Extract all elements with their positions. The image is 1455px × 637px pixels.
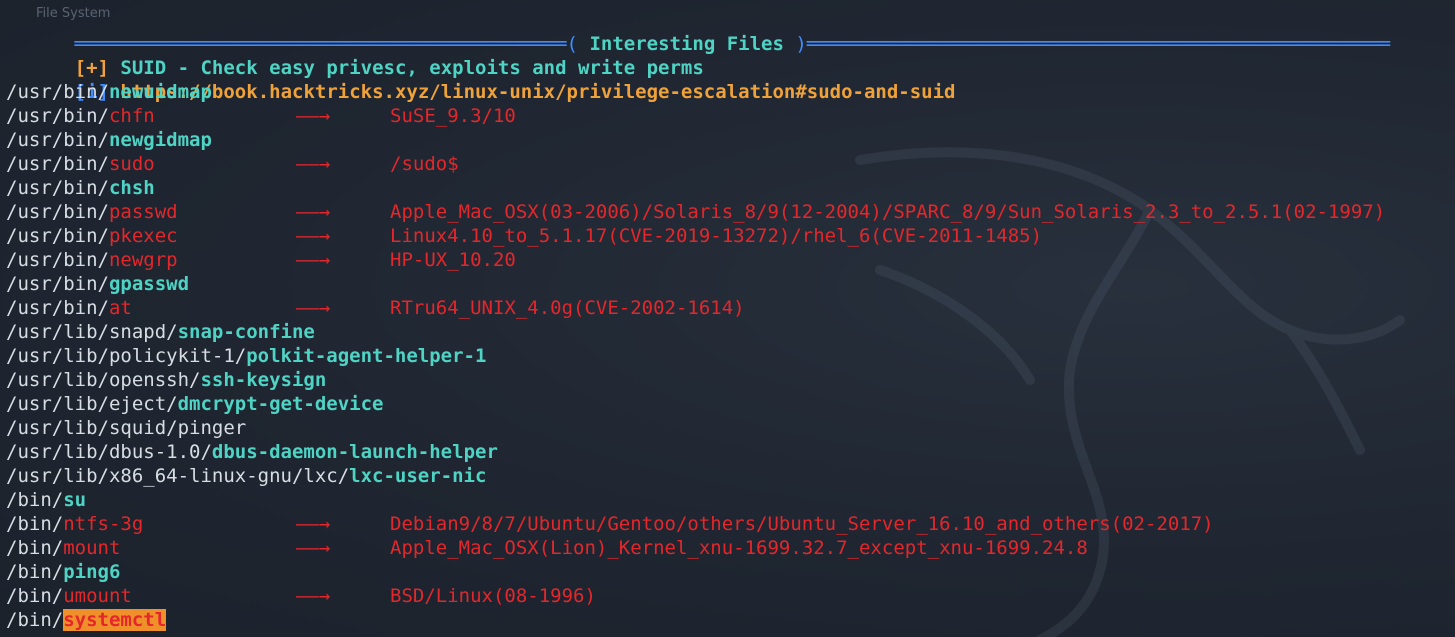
- suid-file-row: /usr/lib/snapd/snap-confine: [6, 320, 1390, 344]
- file-directory: /usr/bin/: [6, 81, 109, 103]
- terminal-window[interactable]: File System ════════════════════════════…: [0, 0, 1455, 637]
- terminal-output: File System ════════════════════════════…: [6, 6, 1391, 632]
- highlighted-binary-name: systemctl: [63, 609, 167, 631]
- suid-file-row: /usr/bin/newgrp ——→ HP-UX_10.20: [6, 248, 1390, 272]
- suid-file-row: /usr/lib/dbus-1.0/dbus-daemon-launch-hel…: [6, 440, 1390, 464]
- binary-name: sudo: [108, 153, 155, 175]
- exploit-reference: Debian9/8/7/Ubuntu/Gentoo/others/Ubuntu_…: [390, 513, 1214, 535]
- suid-file-row: /usr/lib/openssh/ssh-keysign: [6, 368, 1390, 392]
- section-banner: ════════════════════════════════════════…: [6, 8, 1391, 55]
- suid-header-line: [+] SUID - Check easy privesc, exploits …: [6, 32, 1390, 79]
- suid-file-row: /bin/ping6: [6, 560, 1390, 584]
- suid-file-row: /bin/ntfs-3g ——→ Debian9/8/7/Ubuntu/Gentoo…: [6, 512, 1390, 536]
- file-directory: /usr/bin/: [6, 297, 109, 319]
- exploit-reference: Apple_Mac_OSX(03-2006)/Solaris_8/9(12-20…: [390, 201, 1386, 223]
- file-directory: /usr/lib/openssh/: [6, 369, 201, 391]
- binary-name: polkit-agent-helper-1: [246, 345, 487, 367]
- arrow-icon: ——→: [296, 513, 331, 535]
- binary-name: at: [108, 297, 132, 319]
- exploit-reference: Apple_Mac_OSX(Lion)_Kernel_xnu-1699.32.7…: [390, 537, 1088, 559]
- suid-file-row: /usr/bin/passwd ——→ Apple_Mac_OSX(03-2006)…: [6, 200, 1390, 224]
- binary-name: ntfs-3g: [63, 513, 144, 535]
- file-directory: /bin/: [6, 561, 64, 583]
- suid-file-row: /usr/lib/x86_64-linux-gnu/lxc/lxc-user-n…: [6, 464, 1390, 488]
- arrow-icon: ——→: [296, 585, 331, 607]
- binary-name: umount: [63, 585, 132, 607]
- file-directory: /usr/lib/snapd/: [6, 321, 178, 343]
- exploit-reference: /sudo$: [390, 153, 459, 175]
- file-directory: /usr/bin/: [6, 225, 109, 247]
- binary-name: snap-confine: [177, 321, 315, 343]
- binary-name: lxc-user-nic: [349, 465, 487, 487]
- suid-file-row: /bin/umount ——→ BSD/Linux(08-1996): [6, 584, 1390, 608]
- suid-file-row: /usr/bin/chfn ——→ SuSE_9.3/10: [6, 104, 1390, 128]
- suid-file-row: /usr/bin/pkexec ——→ Linux4.10_to_5.1.17(CV…: [6, 224, 1390, 248]
- suid-file-row: /usr/lib/eject/dmcrypt-get-device: [6, 392, 1390, 416]
- file-directory: /usr/lib/policykit-1/: [6, 345, 247, 367]
- binary-name: gpasswd: [108, 273, 190, 295]
- suid-file-row: /usr/bin/sudo ——→ /sudo$: [6, 152, 1390, 176]
- binary-name: dmcrypt-get-device: [177, 393, 384, 415]
- file-directory: /usr/bin/: [6, 249, 109, 271]
- suid-file-row: /usr/lib/policykit-1/polkit-agent-helper…: [6, 344, 1390, 368]
- file-directory: /bin/: [6, 513, 64, 535]
- reference-link-line: [i] https://book.hacktricks.xyz/linux-un…: [6, 56, 1390, 103]
- exploit-reference: RTru64_UNIX_4.0g(CVE-2002-1614): [390, 297, 745, 319]
- exploit-reference: HP-UX_10.20: [390, 249, 516, 271]
- file-directory: /usr/bin/: [6, 201, 109, 223]
- file-directory: /usr/lib/dbus-1.0/: [6, 441, 212, 463]
- exploit-reference: Linux4.10_to_5.1.17(CVE-2019-13272)/rhel…: [390, 225, 1043, 247]
- binary-name: newgrp: [108, 249, 178, 271]
- file-directory: /bin/: [6, 489, 64, 511]
- suid-file-row: /usr/bin/newgidmap: [6, 128, 1390, 152]
- suid-file-row: /bin/su: [6, 488, 1390, 512]
- file-directory: /bin/: [6, 585, 64, 607]
- arrow-icon: ——→: [296, 105, 331, 127]
- file-directory: /usr/lib/squid/pinger: [6, 417, 247, 439]
- file-directory: /usr/bin/: [6, 129, 109, 151]
- arrow-icon: ——→: [296, 201, 331, 223]
- suid-file-row: /bin/systemctl: [6, 608, 1390, 632]
- suid-file-row: /bin/mount ——→ Apple_Mac_OSX(Lion)_Kernel_…: [6, 536, 1390, 560]
- file-directory: /usr/bin/: [6, 105, 109, 127]
- file-directory: /usr/bin/: [6, 153, 109, 175]
- binary-name: chsh: [108, 177, 155, 199]
- file-directory: /bin/: [6, 537, 64, 559]
- arrow-icon: ——→: [296, 225, 331, 247]
- file-directory: /usr/bin/: [6, 273, 109, 295]
- file-directory: /usr/lib/x86_64-linux-gnu/lxc/: [6, 465, 350, 487]
- suid-file-row: /usr/bin/gpasswd: [6, 272, 1390, 296]
- suid-file-row: /usr/bin/chsh: [6, 176, 1390, 200]
- binary-name: newuidmap: [108, 81, 212, 103]
- binary-name: newgidmap: [108, 129, 212, 151]
- arrow-icon: ——→: [296, 297, 331, 319]
- binary-name: dbus-daemon-launch-helper: [211, 441, 498, 463]
- exploit-reference: SuSE_9.3/10: [390, 105, 516, 127]
- suid-file-row: /usr/lib/squid/pinger: [6, 416, 1390, 440]
- suid-file-row: /usr/bin/at ——→ RTru64_UNIX_4.0g(CVE-2002-…: [6, 296, 1390, 320]
- file-directory: /usr/lib/eject/: [6, 393, 178, 415]
- binary-name: passwd: [108, 201, 178, 223]
- binary-name: pkexec: [108, 225, 178, 247]
- arrow-icon: ——→: [296, 153, 331, 175]
- suid-file-row: /usr/bin/newuidmap: [6, 80, 1390, 104]
- binary-name: mount: [63, 537, 121, 559]
- arrow-icon: ——→: [296, 537, 331, 559]
- binary-name: ssh-keysign: [200, 369, 327, 391]
- binary-name: su: [63, 489, 87, 511]
- binary-name: chfn: [108, 105, 155, 127]
- file-directory: /usr/bin/: [6, 177, 109, 199]
- exploit-reference: BSD/Linux(08-1996): [390, 585, 596, 607]
- arrow-icon: ——→: [296, 249, 331, 271]
- file-directory: /bin/: [6, 609, 64, 631]
- binary-name: ping6: [63, 561, 121, 583]
